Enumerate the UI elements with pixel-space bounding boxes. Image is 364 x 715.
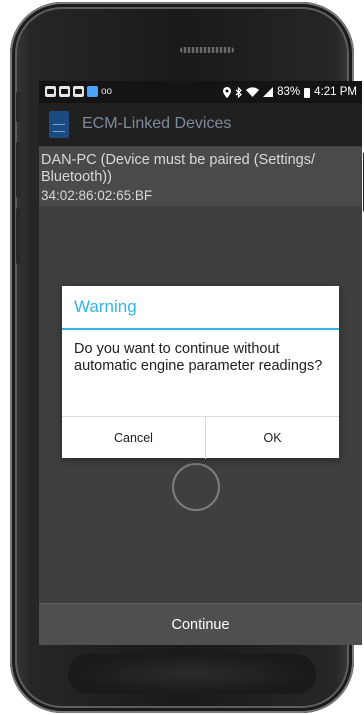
dialog-button-bar: Cancel OK (62, 416, 339, 459)
photo-icon (59, 86, 70, 97)
volume-up-button (16, 142, 21, 198)
battery-percent: 83% (277, 86, 301, 98)
battery-icon (304, 88, 311, 98)
status-notifications: oo (45, 86, 112, 97)
voicemail-icon: oo (101, 86, 113, 97)
volume-down-button (16, 208, 21, 264)
app-icon[interactable] (49, 111, 69, 138)
dialog-divider (62, 328, 339, 330)
signal-icon (263, 87, 274, 97)
page-title: ECM-Linked Devices (82, 115, 232, 132)
status-system: 83% 4:21 PM (223, 85, 357, 99)
dialog-message: Do you want to continue without automati… (74, 341, 323, 374)
action-bar: ECM-Linked Devices (39, 103, 362, 146)
location-icon (223, 86, 232, 98)
mute-switch (16, 92, 21, 122)
notification-icon (87, 86, 98, 97)
wifi-icon (246, 87, 260, 97)
loading-spinner-icon (172, 463, 220, 511)
bluetooth-icon (235, 86, 243, 98)
phone-chin (68, 654, 316, 694)
status-time: 4:21 PM (314, 86, 357, 98)
list-item[interactable]: DAN-PC (Device must be paired (Settings/… (39, 147, 362, 206)
ok-button[interactable]: OK (206, 417, 339, 459)
earpiece-speaker (180, 47, 234, 53)
cancel-button[interactable]: Cancel (62, 417, 206, 459)
gallery-icon (45, 86, 56, 97)
app-screen: oo 83% 4:21 PM ECM-Linked Devices DAN-PC… (39, 81, 362, 645)
warning-dialog: Warning Do you want to continue without … (62, 286, 339, 459)
device-name: DAN-PC (Device must be paired (Settings/… (41, 152, 315, 185)
dialog-title: Warning (74, 297, 137, 316)
continue-button[interactable]: Continue (39, 603, 362, 645)
device-address: 34:02:86:02:65:BF (41, 188, 153, 203)
status-bar: oo 83% 4:21 PM (39, 81, 362, 103)
calendar-icon (73, 86, 84, 97)
